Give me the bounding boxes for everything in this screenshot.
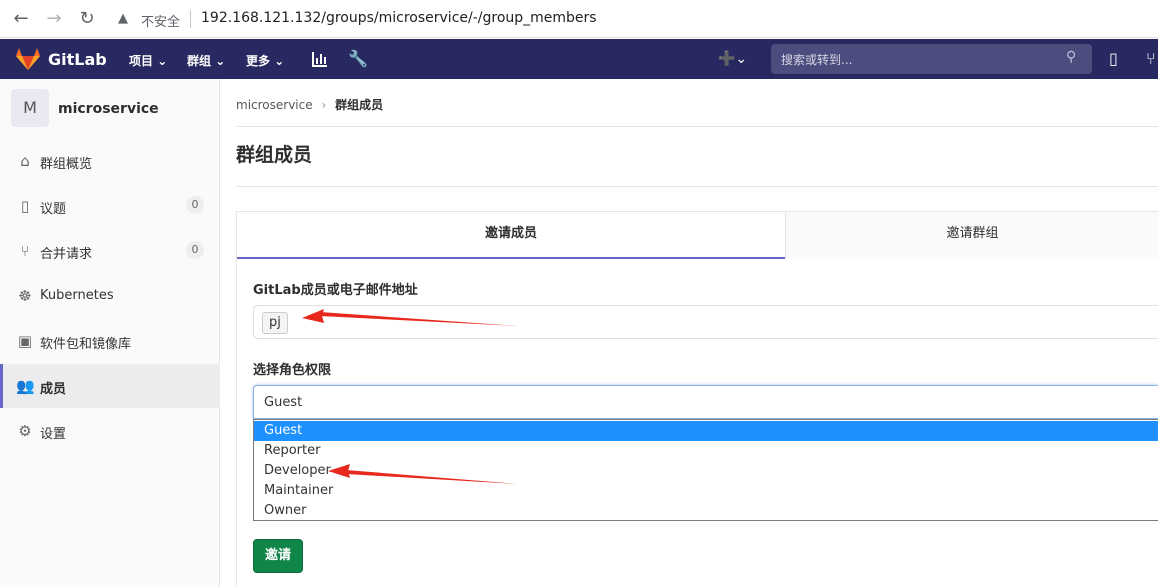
chevron-down-icon: ⌄ [274, 54, 285, 68]
divider [236, 126, 1158, 127]
forward-icon[interactable]: → [44, 9, 64, 29]
breadcrumb-group[interactable]: microservice [236, 98, 313, 112]
gitlab-navbar: GitLab 项目 ⌄ 群组 ⌄ 更多 ⌄ 🔧 ➕⌄ 搜索或转到... ⚲ ▯ … [0, 39, 1158, 79]
member-field-label: GitLab成员或电子邮件地址 [253, 283, 418, 298]
sidebar-item-members[interactable]: 👥 成员 [0, 364, 220, 408]
sidebar-item-label: 合并请求 [40, 247, 93, 262]
admin-wrench-icon[interactable]: 🔧 [348, 49, 368, 68]
sidebar: M microservice ⌂ 群组概览 ▯ 议题 0 ⑂ 合并请求 0 ☸ … [0, 79, 220, 587]
tab-invite-member[interactable]: 邀请成员 [237, 212, 785, 259]
package-icon: ▣ [17, 332, 33, 350]
gitlab-logo-icon[interactable] [15, 47, 41, 71]
sidebar-item-packages[interactable]: ▣ 软件包和镜像库 [0, 319, 220, 363]
issues-icon[interactable]: ▯ [1109, 49, 1118, 68]
member-token[interactable]: pj [262, 312, 288, 334]
sidebar-item-label: 群组概览 [40, 157, 93, 172]
invite-button[interactable]: 邀请 [253, 539, 303, 573]
users-icon: 👥 [16, 377, 35, 395]
breadcrumb: microservice › 群组成员 [236, 96, 383, 113]
brand-name[interactable]: GitLab [48, 50, 107, 69]
invite-tabs: 邀请成员 邀请群组 [236, 211, 1158, 259]
insecure-label[interactable]: 不安全 [141, 11, 180, 30]
search-icon: ⚲ [1066, 49, 1077, 65]
role-select[interactable]: Guest [253, 385, 1158, 419]
role-field-label: 选择角色权限 [253, 363, 332, 378]
reload-icon[interactable]: ↻ [77, 9, 97, 29]
address-divider [190, 10, 191, 28]
sidebar-item-label: 设置 [40, 427, 67, 442]
breadcrumb-current[interactable]: 群组成员 [335, 98, 383, 112]
chevron-right-icon: › [321, 98, 327, 112]
sidebar-item-label: 软件包和镜像库 [40, 337, 132, 352]
sidebar-item-label: Kubernetes [40, 288, 114, 303]
active-indicator [0, 364, 3, 408]
home-icon: ⌂ [20, 152, 30, 170]
sidebar-item-group-overview[interactable]: ⌂ 群组概览 [0, 139, 220, 183]
menu-more[interactable]: 更多 ⌄ [246, 52, 284, 69]
role-option-reporter[interactable]: Reporter [254, 441, 1158, 461]
browser-address-bar: ← → ↻ ▲ 不安全 192.168.121.132/groups/micro… [0, 0, 1158, 38]
menu-more-label: 更多 [246, 54, 271, 68]
group-name[interactable]: microservice [58, 101, 159, 117]
menu-groups-label: 群组 [187, 54, 212, 68]
analytics-icon[interactable] [311, 50, 329, 68]
menu-projects[interactable]: 项目 ⌄ [129, 52, 167, 69]
divider [236, 186, 1158, 187]
tab-invite-group[interactable]: 邀请群组 [785, 212, 1158, 259]
chevron-down-icon: ⌄ [215, 54, 226, 68]
count-badge: 0 [186, 241, 204, 259]
member-search-input[interactable]: pj [253, 305, 1158, 339]
sidebar-item-issues[interactable]: ▯ 议题 0 [0, 184, 220, 228]
warning-icon[interactable]: ▲ [118, 11, 128, 26]
back-icon[interactable]: ← [11, 9, 31, 29]
role-option-guest[interactable]: Guest [254, 421, 1158, 441]
kubernetes-icon: ☸ [18, 287, 32, 305]
count-badge: 0 [186, 196, 204, 214]
sidebar-item-kubernetes[interactable]: ☸ Kubernetes [0, 274, 220, 318]
sidebar-item-label: 成员 [40, 382, 67, 397]
sidebar-item-settings[interactable]: ⚙ 设置 [0, 409, 220, 453]
chevron-down-icon: ⌄ [157, 54, 168, 68]
sidebar-item-merge-requests[interactable]: ⑂ 合并请求 0 [0, 229, 220, 273]
merge-request-icon[interactable]: ⑂ [1146, 49, 1156, 68]
search-input[interactable]: 搜索或转到... ⚲ [771, 44, 1092, 74]
page-title: 群组成员 [236, 144, 313, 166]
search-placeholder: 搜索或转到... [781, 53, 853, 67]
role-option-developer[interactable]: Developer [254, 461, 1158, 481]
role-option-owner[interactable]: Owner [254, 501, 1158, 521]
group-avatar[interactable]: M [11, 89, 49, 127]
new-item-icon[interactable]: ➕⌄ [718, 51, 747, 67]
gear-icon: ⚙ [18, 422, 32, 440]
menu-projects-label: 项目 [129, 54, 154, 68]
issues-icon: ▯ [20, 197, 30, 215]
merge-request-icon: ⑂ [20, 242, 30, 260]
sidebar-item-label: 议题 [40, 202, 67, 217]
role-option-maintainer[interactable]: Maintainer [254, 481, 1158, 501]
role-dropdown-list: Guest Reporter Developer Maintainer Owne… [253, 419, 1158, 521]
menu-groups[interactable]: 群组 ⌄ [187, 52, 225, 69]
url-text[interactable]: 192.168.121.132/groups/microservice/-/gr… [201, 10, 597, 26]
role-selected-value: Guest [264, 395, 303, 410]
